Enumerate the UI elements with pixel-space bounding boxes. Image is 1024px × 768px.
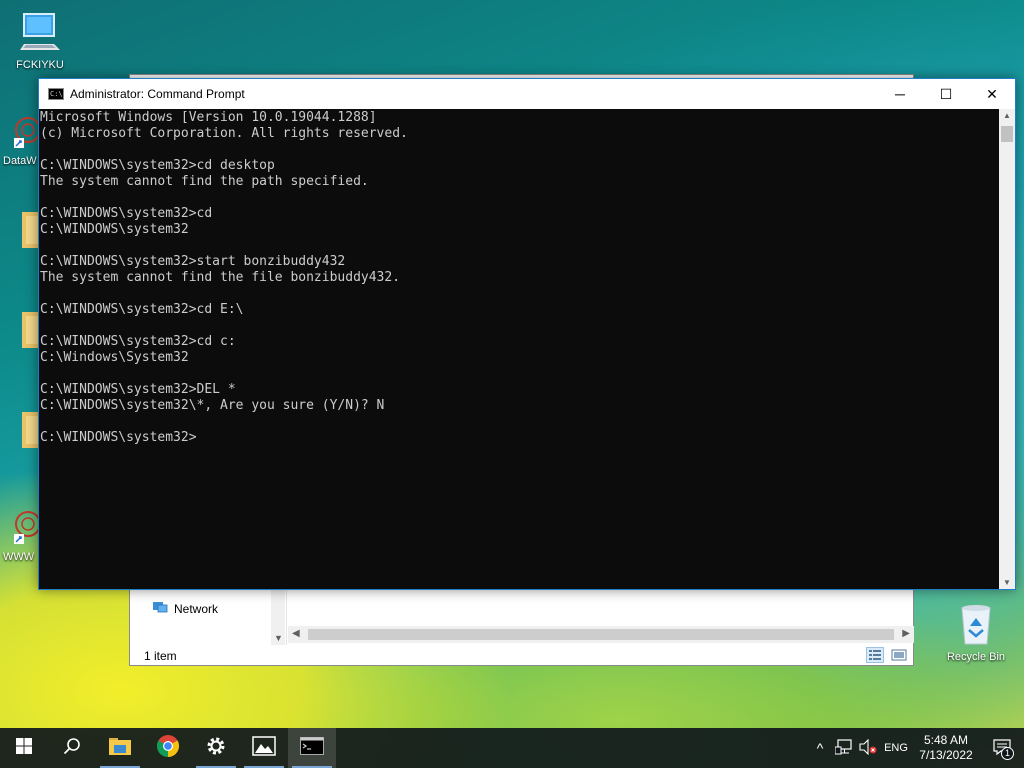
network-status-button[interactable] <box>832 728 856 768</box>
settings-icon <box>205 735 227 762</box>
file-explorer-icon <box>108 736 132 761</box>
search-button[interactable] <box>48 728 96 768</box>
maximize-icon: ☐ <box>939 85 953 102</box>
desktop-icon-label: DataW <box>3 155 37 167</box>
close-button[interactable]: ✕ <box>969 79 1015 109</box>
taskbar-photos[interactable] <box>240 728 288 768</box>
desktop-icon-www[interactable]: WWW <box>0 504 40 563</box>
command-prompt-window[interactable]: C:\ Administrator: Command Prompt ─ ☐ ✕ … <box>38 78 1016 590</box>
clock-time: 5:48 AM <box>923 733 968 747</box>
search-icon <box>63 737 81 760</box>
folder-icon <box>20 212 40 253</box>
action-center-button[interactable]: 1 <box>980 728 1024 768</box>
item-count: 1 item <box>144 649 177 663</box>
command-prompt-icon: C:\ <box>48 88 64 100</box>
large-icons-view-button[interactable] <box>890 647 908 663</box>
start-button[interactable] <box>0 728 48 768</box>
shortcut-app-icon <box>0 511 40 549</box>
chevron-up-icon[interactable]: ▲ <box>1003 111 1011 120</box>
command-prompt-icon <box>300 736 324 760</box>
details-view-button[interactable] <box>866 647 884 663</box>
taskbar-settings[interactable] <box>192 728 240 768</box>
recycle-bin-icon <box>954 605 998 649</box>
chevron-down-icon[interactable]: ▼ <box>1003 578 1011 587</box>
taskbar-command-prompt[interactable] <box>288 728 336 768</box>
folder-icon <box>20 312 40 353</box>
nav-scrollbar[interactable]: ▼ <box>271 590 285 645</box>
desktop-icon-recycle-bin[interactable]: Recycle Bin <box>940 600 1012 663</box>
language-indicator: ENG <box>884 742 908 754</box>
window-title: Administrator: Command Prompt <box>70 87 245 101</box>
scroll-thumb[interactable] <box>1001 126 1013 142</box>
desktop-icon-dataw[interactable]: DataW <box>0 108 40 167</box>
minimize-button[interactable]: ─ <box>877 79 923 109</box>
chevron-down-icon[interactable]: ▼ <box>274 633 283 643</box>
start-icon <box>16 737 32 759</box>
chevron-right-icon[interactable]: ▶ <box>902 628 910 639</box>
clock-date: 7/13/2022 <box>919 748 973 762</box>
notification-badge: 1 <box>1001 747 1014 760</box>
scroll-thumb[interactable] <box>308 629 894 640</box>
console-scrollbar[interactable]: ▲ ▼ <box>999 109 1015 589</box>
desktop-icon-label: Recycle Bin <box>946 651 1006 663</box>
taskbar-chrome[interactable] <box>144 728 192 768</box>
close-icon: ✕ <box>986 85 998 102</box>
nav-item-label: Network <box>174 601 219 616</box>
horizontal-scrollbar[interactable]: ◀ ▶ <box>288 626 914 643</box>
computer-icon <box>18 13 62 57</box>
taskbar-file-explorer[interactable] <box>96 728 144 768</box>
maximize-button[interactable]: ☐ <box>923 79 969 109</box>
volume-button[interactable] <box>856 728 880 768</box>
clock[interactable]: 5:48 AM 7/13/2022 <box>912 728 980 768</box>
input-language-button[interactable]: ENG <box>880 728 912 768</box>
desktop-folder-2[interactable] <box>20 308 40 353</box>
chevron-left-icon[interactable]: ◀ <box>292 628 300 639</box>
chrome-icon <box>156 734 180 763</box>
nav-item-network[interactable]: Network <box>152 600 218 617</box>
status-bar: 1 item <box>130 645 913 665</box>
minimize-icon: ─ <box>895 86 905 102</box>
desktop-icon-label: FCKIYKU <box>16 59 64 71</box>
network-icon <box>152 600 168 617</box>
desktop-folder-3[interactable] <box>20 408 40 453</box>
taskbar: ^ ENG 5:48 AM 7/13/2022 1 <box>0 728 1024 768</box>
chevron-up-icon: ^ <box>816 740 824 756</box>
volume-muted-icon <box>859 738 877 758</box>
system-tray: ^ ENG 5:48 AM 7/13/2022 1 <box>808 728 1024 768</box>
folder-icon <box>20 412 40 453</box>
photos-icon <box>252 735 276 761</box>
network-icon <box>834 738 853 758</box>
title-bar[interactable]: C:\ Administrator: Command Prompt ─ ☐ ✕ <box>39 79 1015 109</box>
desktop-icon-label: WWW <box>3 551 35 563</box>
pane-divider[interactable] <box>286 590 287 645</box>
desktop-folder-1[interactable] <box>20 208 40 253</box>
navigation-pane: Network <box>130 595 286 645</box>
console-output[interactable]: Microsoft Windows [Version 10.0.19044.12… <box>39 109 999 589</box>
show-hidden-icons-button[interactable]: ^ <box>808 728 832 768</box>
shortcut-app-icon <box>0 117 40 153</box>
desktop-icon-computer[interactable]: FCKIYKU <box>12 8 68 71</box>
